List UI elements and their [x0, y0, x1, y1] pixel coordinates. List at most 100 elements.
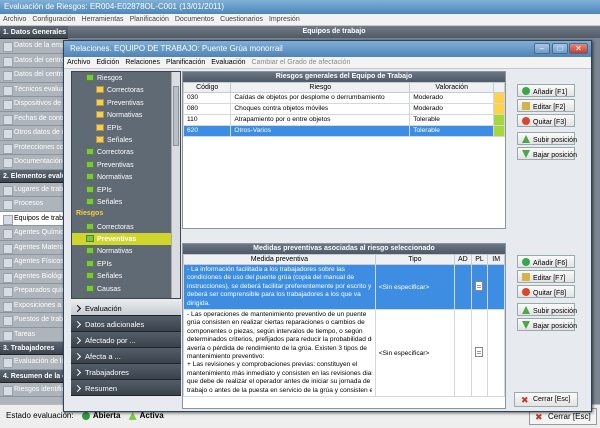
table-row[interactable]: - La información facilitada a los trabaj… — [183, 263, 505, 311]
main-window-title: Evaluación de Riesgos: ER004-E02878OL-C0… — [0, 0, 600, 14]
main-menu-2[interactable]: Herramientas — [79, 14, 127, 25]
tree-node[interactable]: Señales — [72, 134, 180, 146]
tree-node[interactable]: Correctoras — [72, 221, 180, 233]
sidebar-item[interactable]: Exposiciones a Agentes — [0, 299, 68, 313]
tree-node[interactable]: EPIs — [72, 184, 180, 196]
add-icon — [522, 258, 530, 266]
column-header[interactable]: IM — [487, 254, 505, 265]
sidebar-item[interactable]: Tareas — [0, 328, 68, 342]
dialog-close-button[interactable]: ✖ Cerrar [Esc] — [514, 392, 578, 407]
main-content-header: Equipos de trabajo — [68, 26, 600, 38]
tab[interactable]: Evaluación — [71, 300, 181, 316]
dialog-menu-3[interactable]: Planificación — [163, 57, 208, 68]
column-header[interactable]: Valoración — [409, 82, 495, 93]
tree-node[interactable]: Normativas — [72, 171, 180, 183]
dialog-menu-1[interactable]: Edición — [93, 57, 122, 68]
minimize-button[interactable]: – — [534, 43, 550, 54]
tree-node[interactable]: Preventivas — [72, 159, 180, 171]
tab[interactable]: Afecta a ... — [71, 348, 181, 364]
sidebar-item[interactable]: Agentes Biológicos — [0, 270, 68, 284]
dialog-menu-0[interactable]: Archivo — [64, 57, 93, 68]
arrow-down-icon — [522, 321, 530, 329]
editar-f2-button[interactable]: Editar [F2] — [517, 99, 575, 112]
a-adir-f1-button[interactable]: Añadir [F1] — [517, 84, 575, 97]
scrollbar-thumb[interactable] — [173, 86, 179, 146]
pl-cell[interactable] — [470, 263, 489, 311]
tree-scrollbar[interactable] — [171, 72, 180, 298]
a-adir-f6-button[interactable]: Añadir [F6] — [517, 255, 575, 268]
bajar-posici-n-button[interactable]: Bajar posición — [517, 318, 577, 331]
tab[interactable]: Afectado por ... — [71, 332, 181, 348]
main-menu-3[interactable]: Planificación — [127, 14, 172, 25]
sidebar-item[interactable]: Datos de la empresa — [0, 39, 68, 54]
tree-node[interactable]: Normativas — [72, 109, 180, 121]
tree-node[interactable]: Correctoras — [72, 295, 180, 298]
sidebar-item[interactable]: Procesos — [0, 197, 68, 212]
dialog-menu-4[interactable]: Evaluación — [208, 57, 248, 68]
tree-node[interactable]: Normativas — [72, 245, 180, 257]
tree-node[interactable]: Riesgos — [72, 72, 180, 84]
sidebar-item[interactable]: Riesgos identificados — [0, 383, 68, 397]
main-menu-5[interactable]: Cuestionarios — [217, 14, 266, 25]
tree-node[interactable]: Correctoras — [72, 84, 180, 96]
main-menu-6[interactable]: Impresión — [266, 14, 303, 25]
main-menu-1[interactable]: Configuración — [29, 14, 78, 25]
column-header[interactable]: Riesgo — [230, 82, 411, 93]
pl-cell[interactable] — [470, 309, 489, 398]
tree-node[interactable]: EPIs — [72, 122, 180, 134]
sidebar-item[interactable]: Preparados químicos — [0, 284, 68, 299]
sidebar-item[interactable]: Lugares de trabajo — [0, 183, 68, 197]
tab[interactable]: Resumen — [71, 380, 181, 396]
sidebar-section[interactable]: 2. Elementos evaluados — [0, 169, 68, 183]
column-header[interactable]: AD — [453, 254, 472, 265]
tree-node[interactable]: Preventivas — [72, 233, 180, 246]
main-menu-0[interactable]: Archivo — [0, 14, 29, 25]
sidebar-item[interactable]: Agentes Químicos — [0, 226, 68, 241]
column-header[interactable] — [493, 82, 505, 93]
table-row[interactable]: 030 Caídas de objetos por desplome o derr… — [182, 92, 505, 104]
sidebar-item[interactable]: Documentación aportada — [0, 155, 68, 170]
window-close-button[interactable]: ✕ — [569, 43, 588, 54]
tree-node[interactable]: EPIs — [72, 258, 180, 270]
sidebar-item[interactable]: Puestos de trabajo — [0, 313, 68, 328]
quitar-f8-button[interactable]: Quitar [F8] — [517, 285, 575, 298]
quitar-f3-button[interactable]: Quitar [F3] — [517, 114, 575, 127]
tree-node[interactable]: Correctoras — [72, 146, 180, 158]
sidebar-item[interactable]: Equipos de trabajo — [0, 211, 68, 226]
tree-node[interactable]: Preventivas — [72, 97, 180, 109]
tree-node[interactable]: Causas — [72, 283, 180, 295]
subir-posici-n-button[interactable]: Subir posición — [517, 303, 577, 316]
sidebar-item[interactable]: Técnicos evaluadores — [0, 83, 68, 97]
tab[interactable]: Datos adicionales — [71, 316, 181, 332]
sidebar-item[interactable]: Fechas de control — [0, 112, 68, 126]
sidebar-section[interactable]: 1. Datos Generales — [0, 26, 68, 39]
sidebar-item[interactable]: Evaluación de los trabajadores — [0, 355, 68, 370]
tree-node[interactable]: Señales — [72, 196, 180, 208]
sidebar-item[interactable]: Agentes Físicos — [0, 255, 68, 270]
table-row[interactable]: 620 Otros-Varios Tolerable — [182, 125, 505, 137]
table-row[interactable]: - Las operaciones de mantenimiento preve… — [183, 309, 505, 398]
sidebar-item[interactable]: Dispositivos de medida — [0, 97, 68, 112]
sidebar-item[interactable]: Agentes Materiales — [0, 241, 68, 255]
column-header[interactable]: Tipo — [374, 254, 455, 265]
maximize-button[interactable]: □ — [552, 43, 568, 54]
bajar-posici-n-button[interactable]: Bajar posición — [517, 147, 577, 160]
editar-f7-button[interactable]: Editar [F7] — [517, 270, 575, 283]
sidebar-item[interactable]: Datos del centro — [0, 54, 68, 68]
sidebar-item[interactable]: Otros datos de interés — [0, 126, 68, 141]
column-header[interactable]: PL — [470, 254, 489, 265]
sidebar-section[interactable]: 3. Trabajadores — [0, 342, 68, 355]
table-row[interactable]: 110 Atrapamiento por o entre objetos Toler… — [182, 114, 505, 126]
tree-node[interactable]: Riesgos — [72, 208, 180, 220]
table-row[interactable]: 080 Choques contra objetos móviles Moderad… — [182, 103, 505, 115]
subir-posici-n-button[interactable]: Subir posición — [517, 132, 577, 145]
tab[interactable]: Trabajadores — [71, 364, 181, 380]
sidebar-item[interactable]: Protecciones colectivas — [0, 141, 68, 155]
sidebar-section[interactable]: 4. Resumen de la evaluación — [0, 369, 68, 383]
tree-node[interactable]: Señales — [72, 270, 180, 282]
main-menu-4[interactable]: Documentos — [172, 14, 217, 25]
dialog-menu-2[interactable]: Relaciones — [122, 57, 163, 68]
column-header[interactable]: Medida preventiva — [183, 254, 376, 265]
column-header[interactable]: Código — [182, 82, 232, 93]
sidebar-item[interactable]: Datos del centro de trabajo — [0, 68, 68, 83]
